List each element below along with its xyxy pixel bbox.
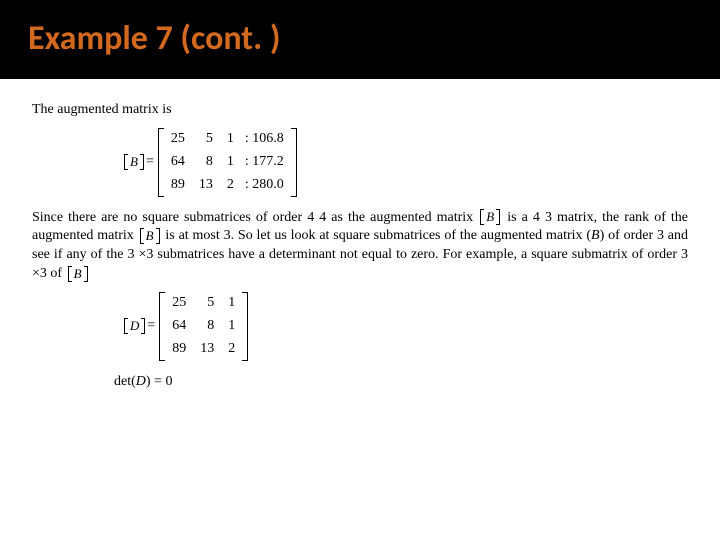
- matrix-d-table: 2551 6481 89132: [165, 292, 242, 361]
- matrix-b-table: 2551: 106.8 6481: 177.2 89132: 280.0: [164, 128, 291, 197]
- equals-sign: =: [146, 153, 154, 172]
- intro-text: The augmented matrix is: [32, 101, 688, 120]
- table-row: 89132: [165, 338, 242, 361]
- table-row: 2551: 106.8: [164, 128, 291, 151]
- table-row: 6481: [165, 315, 242, 338]
- slide-content: The augmented matrix is B = 2551: 106.8 …: [0, 79, 720, 392]
- determinant-line: det(D) = 0: [114, 373, 688, 392]
- paragraph-1: Since there are no square submatrices of…: [32, 209, 688, 285]
- matrix-d-block: D = 2551 6481 89132: [122, 292, 688, 361]
- table-row: 6481: 177.2: [164, 151, 291, 174]
- slide-title: Example 7 (cont. ): [0, 0, 720, 79]
- table-row: 89132: 280.0: [164, 174, 291, 197]
- matrix-b-block: B = 2551: 106.8 6481: 177.2 89132: 280.0: [122, 128, 688, 197]
- inline-matrix-b-icon: B: [480, 209, 500, 225]
- matrix-b-label: B: [124, 154, 144, 170]
- bracket-right-icon: [291, 128, 297, 197]
- matrix-d-label: D: [124, 318, 145, 334]
- inline-matrix-b-icon: B: [68, 266, 88, 282]
- equals-sign: =: [147, 317, 155, 336]
- inline-matrix-b-icon: B: [140, 228, 160, 244]
- table-row: 2551: [165, 292, 242, 315]
- bracket-right-icon: [242, 292, 248, 361]
